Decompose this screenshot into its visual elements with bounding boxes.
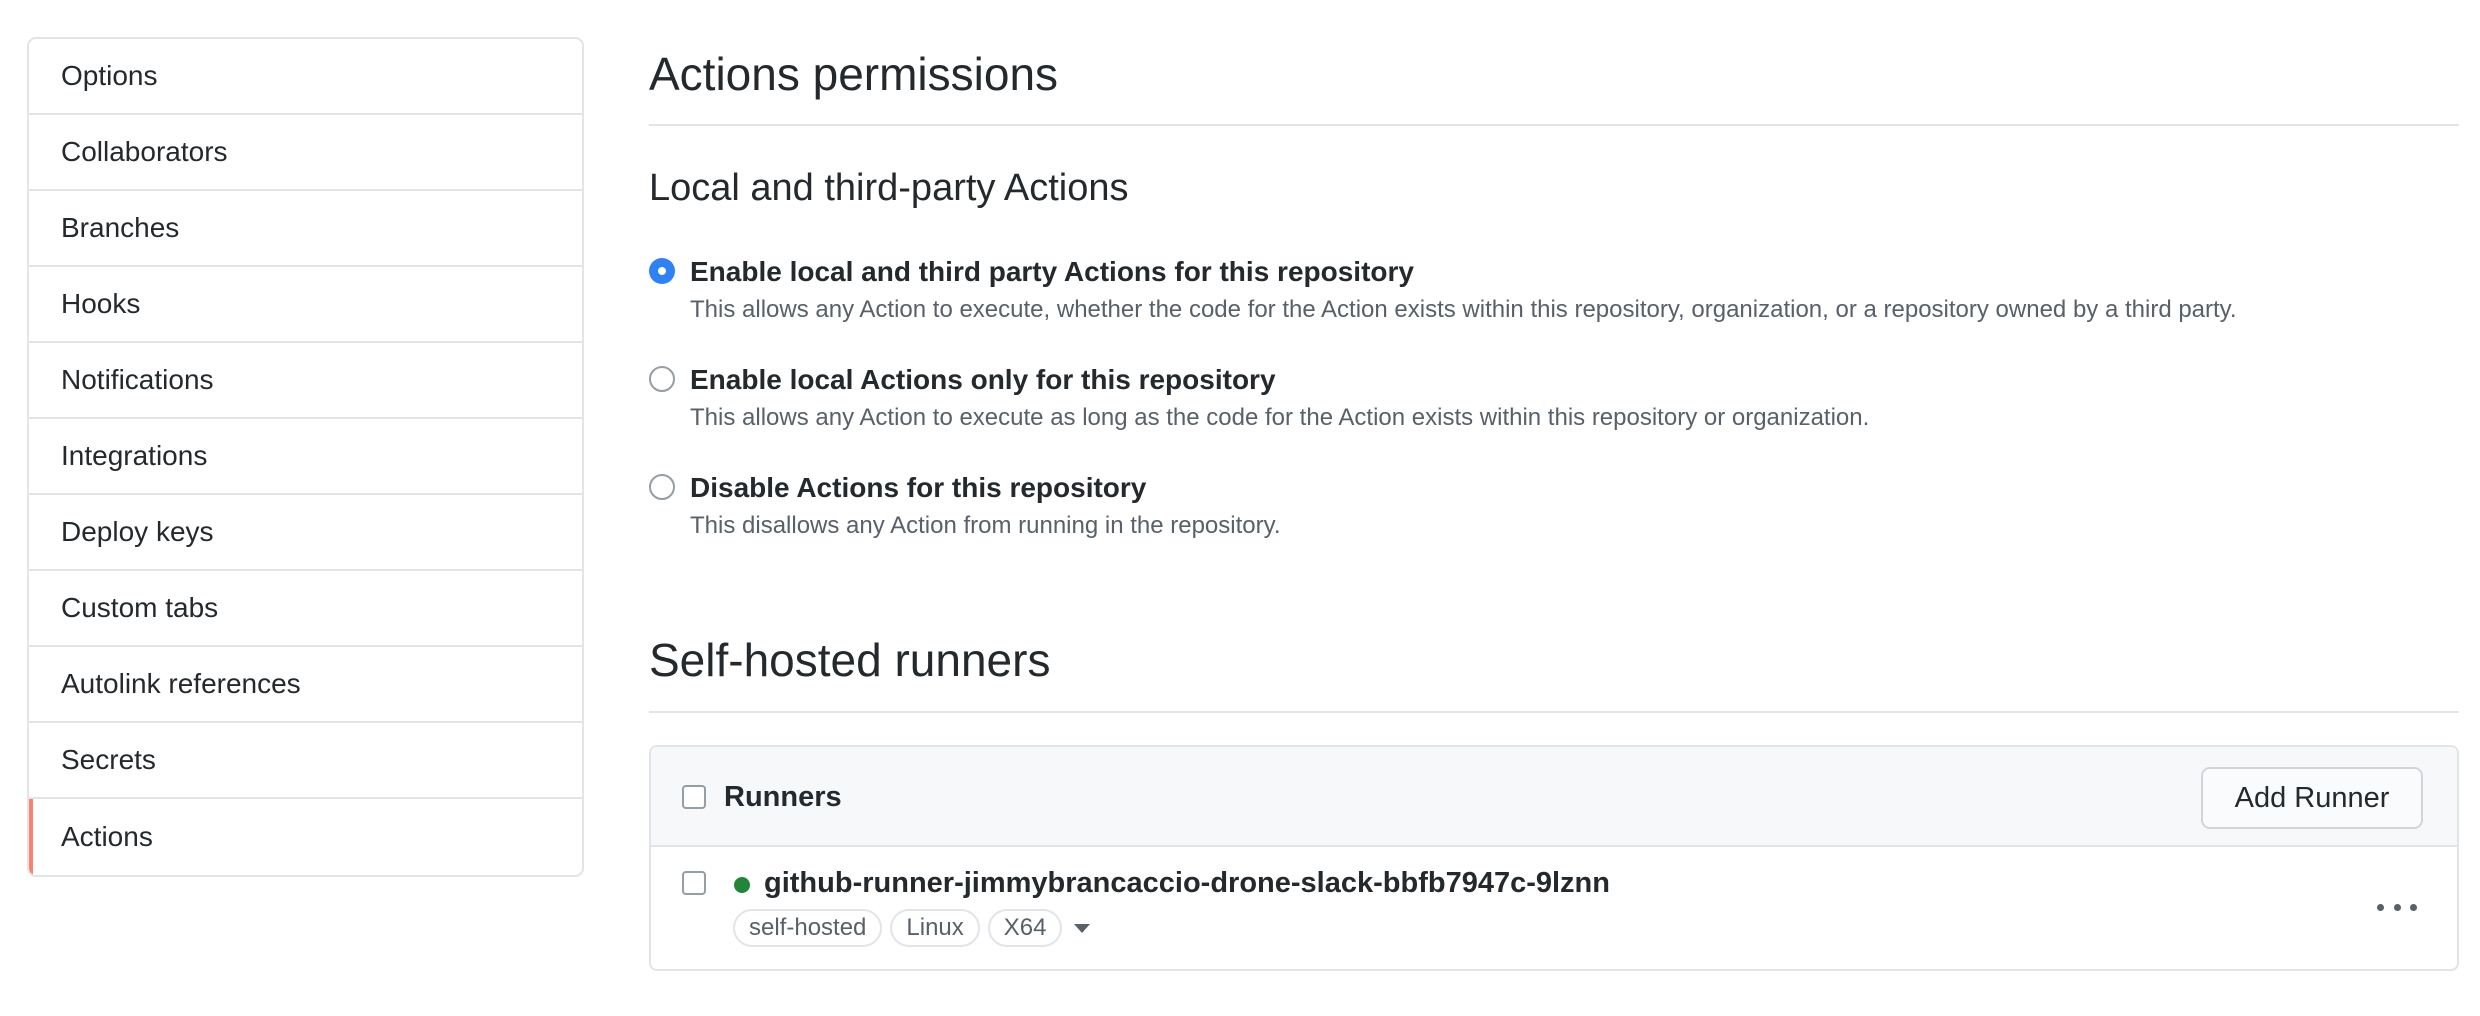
option-note: This allows any Action to execute, wheth… bbox=[690, 296, 2237, 323]
option-label[interactable]: Enable local and third party Actions for… bbox=[690, 254, 1414, 290]
runner-checkbox[interactable] bbox=[682, 871, 706, 895]
sidebar-item-label: Hooks bbox=[61, 288, 141, 319]
option-note: This disallows any Action from running i… bbox=[690, 512, 1281, 539]
sidebar-item-options[interactable]: Options bbox=[29, 39, 582, 115]
settings-sidebar: Options Collaborators Branches Hooks Not… bbox=[27, 37, 584, 877]
runner-label: Linux bbox=[890, 909, 980, 947]
runners-header: Runners Add Runner bbox=[651, 747, 2457, 847]
title-divider bbox=[649, 124, 2459, 126]
sidebar-item-label: Secrets bbox=[61, 744, 156, 775]
page-title: Actions permissions bbox=[649, 48, 1059, 100]
sidebar-item-label: Integrations bbox=[61, 440, 208, 471]
sidebar-item-label: Deploy keys bbox=[61, 516, 214, 547]
radio-enable-all[interactable] bbox=[649, 258, 675, 284]
runner-name: github-runner-jimmybrancaccio-drone-slac… bbox=[764, 867, 1610, 899]
sidebar-item-branches[interactable]: Branches bbox=[29, 191, 582, 267]
runner-label: X64 bbox=[987, 909, 1063, 947]
runners-box: Runners Add Runner github-runner-jimmybr… bbox=[649, 745, 2459, 971]
sidebar-item-hooks[interactable]: Hooks bbox=[29, 267, 582, 343]
runner-row: github-runner-jimmybrancaccio-drone-slac… bbox=[651, 847, 2457, 969]
sidebar-item-notifications[interactable]: Notifications bbox=[29, 343, 582, 419]
select-all-checkbox[interactable] bbox=[682, 785, 706, 809]
sidebar-item-label: Collaborators bbox=[61, 136, 228, 167]
sidebar-item-custom-tabs[interactable]: Custom tabs bbox=[29, 571, 582, 647]
caret-down-icon[interactable] bbox=[1074, 923, 1091, 933]
radio-enable-local[interactable] bbox=[649, 366, 675, 392]
runners-header-label: Runners bbox=[724, 781, 842, 813]
sidebar-item-secrets[interactable]: Secrets bbox=[29, 723, 582, 799]
option-note: This allows any Action to execute as lon… bbox=[690, 404, 1870, 431]
sidebar-item-integrations[interactable]: Integrations bbox=[29, 419, 582, 495]
sidebar-item-label: Options bbox=[61, 60, 158, 91]
online-status-icon bbox=[734, 877, 750, 893]
sidebar-item-actions[interactable]: Actions bbox=[29, 799, 582, 875]
sidebar-item-label: Branches bbox=[61, 212, 180, 243]
sidebar-item-autolink-references[interactable]: Autolink references bbox=[29, 647, 582, 723]
option-label[interactable]: Enable local Actions only for this repos… bbox=[690, 362, 1276, 398]
radio-disable[interactable] bbox=[649, 474, 675, 500]
runners-section-title: Self-hosted runners bbox=[649, 634, 1051, 686]
runner-labels: self-hosted Linux X64 bbox=[733, 909, 1091, 947]
runners-divider bbox=[649, 711, 2459, 713]
sidebar-item-label: Actions bbox=[61, 821, 153, 852]
option-label[interactable]: Disable Actions for this repository bbox=[690, 470, 1146, 506]
section-subtitle: Local and third-party Actions bbox=[649, 167, 1129, 209]
runner-label: self-hosted bbox=[733, 909, 883, 947]
sidebar-item-deploy-keys[interactable]: Deploy keys bbox=[29, 495, 582, 571]
sidebar-item-label: Autolink references bbox=[61, 668, 301, 699]
kebab-menu-icon[interactable] bbox=[2377, 897, 2417, 917]
sidebar-item-label: Custom tabs bbox=[61, 592, 219, 623]
add-runner-button[interactable]: Add Runner bbox=[2201, 767, 2423, 829]
sidebar-item-label: Notifications bbox=[61, 364, 214, 395]
sidebar-item-collaborators[interactable]: Collaborators bbox=[29, 115, 582, 191]
